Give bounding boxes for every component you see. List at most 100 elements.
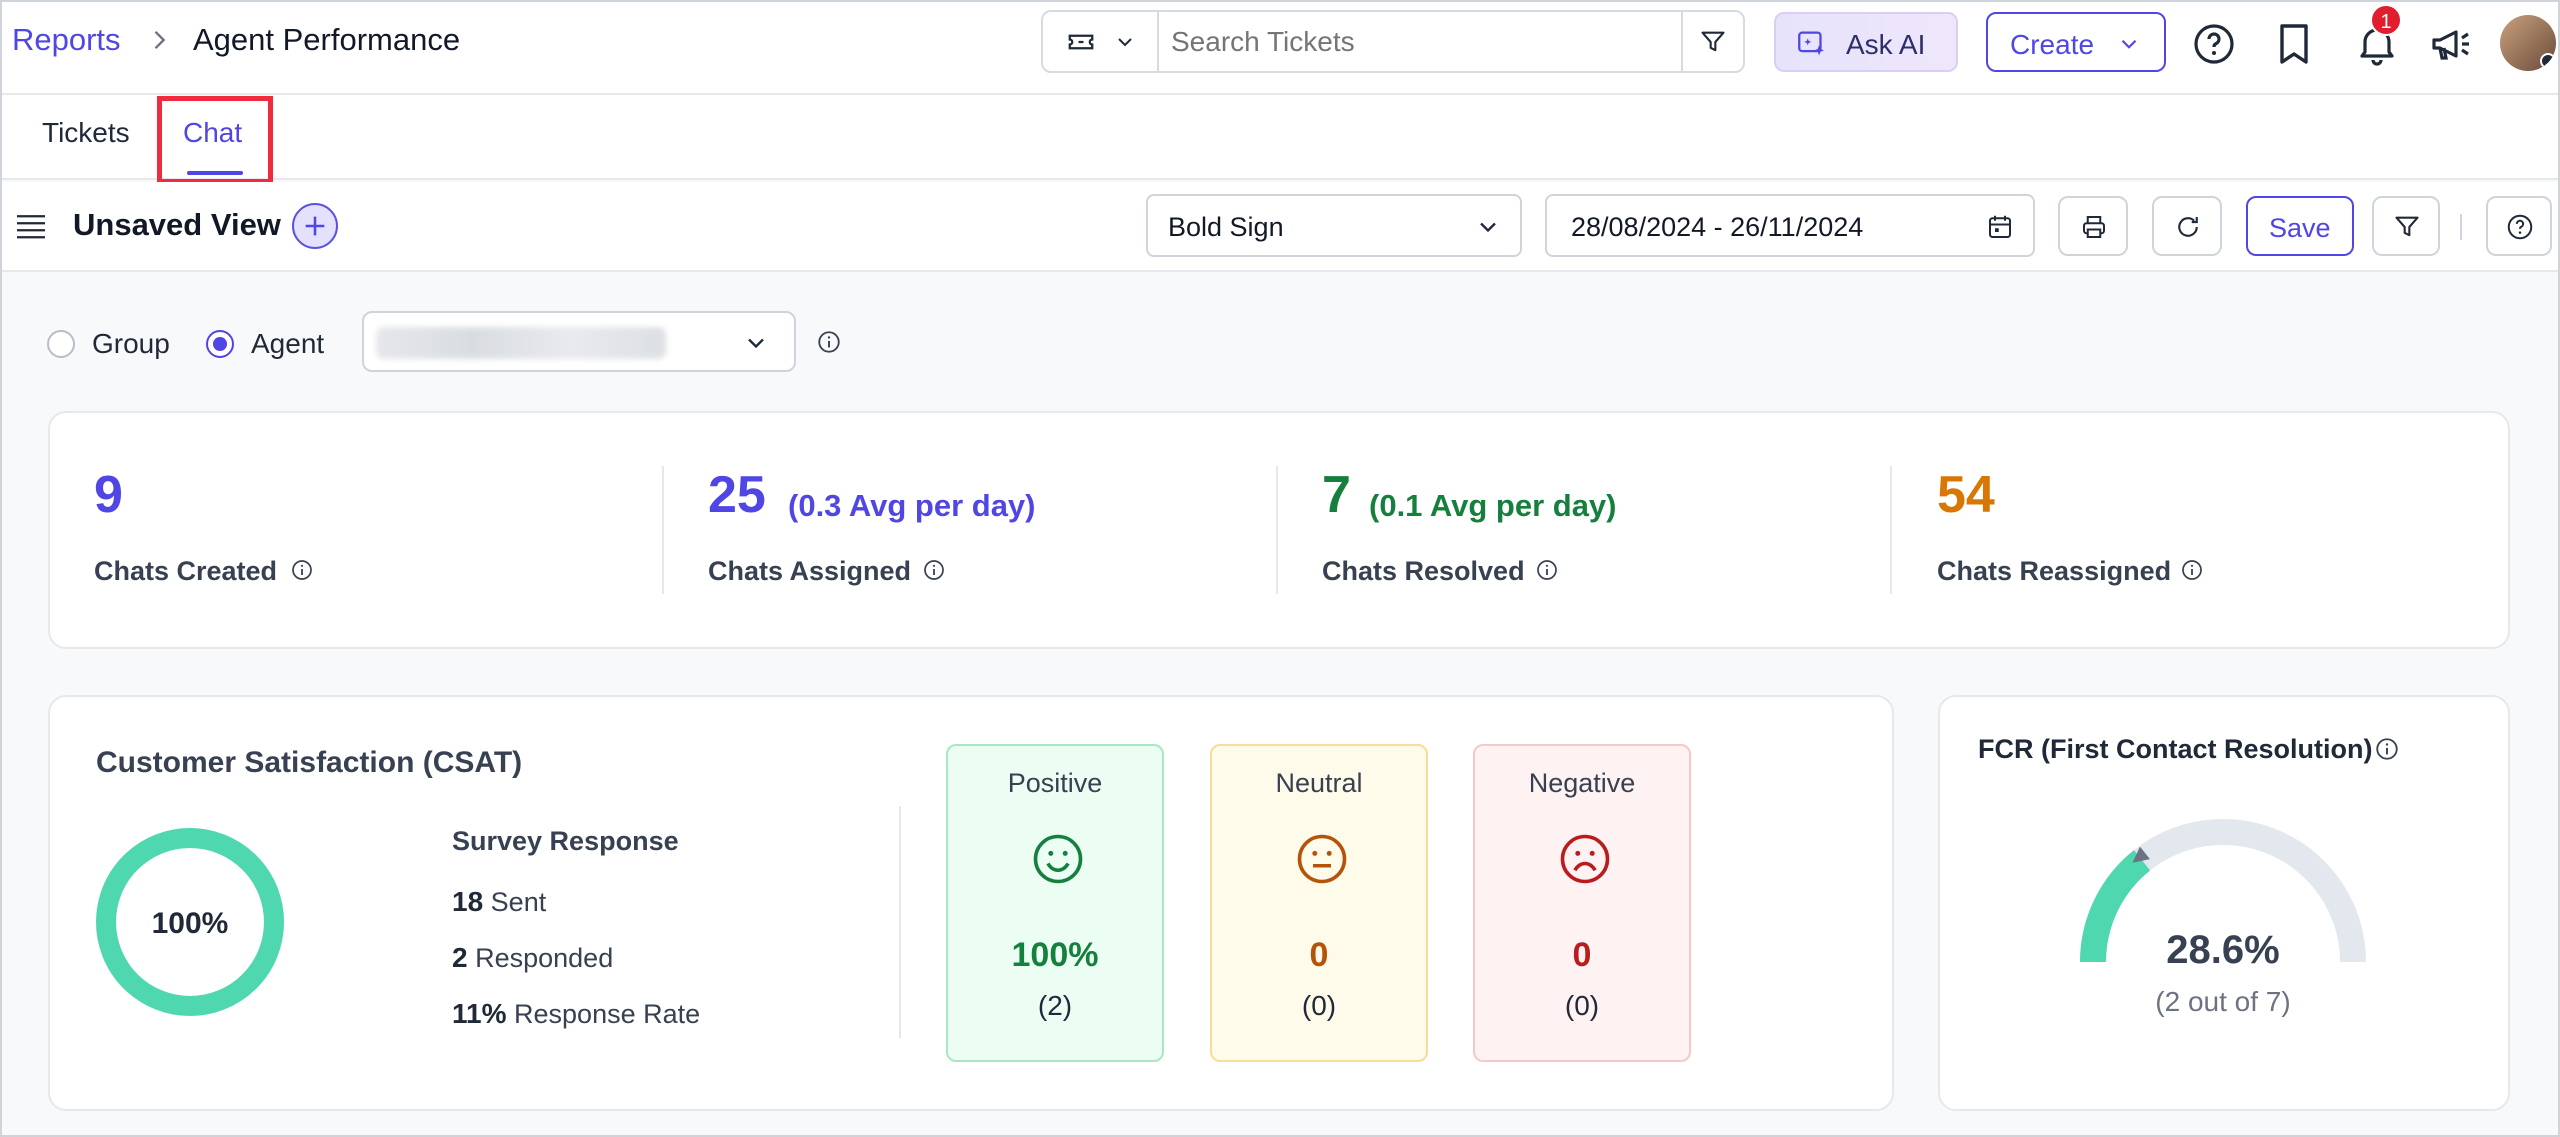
info-icon[interactable]	[816, 329, 842, 355]
sentiment-negative-box: Negative 0 (0)	[1473, 744, 1691, 1062]
chats-resolved-avg: (0.1 Avg per day)	[1369, 488, 1617, 523]
chevron-down-icon	[748, 338, 764, 349]
sentiment-neutral-count: (0)	[1301, 990, 1337, 1021]
survey-sent-label: Sent	[490, 887, 547, 917]
csat-divider	[899, 806, 901, 1038]
info-icon[interactable]	[922, 558, 946, 582]
chats-reassigned-label: Chats Reassigned	[1937, 556, 2172, 586]
notification-badge: 1	[2370, 4, 2402, 36]
chevron-down-icon	[1480, 222, 1496, 233]
printer-icon	[2083, 216, 2105, 238]
stat-divider	[662, 466, 664, 594]
report-tabs	[0, 95, 2560, 180]
info-icon[interactable]	[2180, 558, 2204, 582]
chat-stats-card	[48, 411, 2510, 649]
refresh-icon	[2178, 217, 2198, 237]
neutral-face-icon	[1297, 834, 1347, 884]
survey-responded-count: 2	[452, 942, 468, 973]
fcr-title: FCR (First Contact Resolution)	[1978, 734, 2373, 764]
chats-reassigned-value: 54	[1937, 466, 1995, 524]
filter-icon	[2395, 216, 2419, 237]
sentiment-negative-percent: 0	[1572, 936, 1592, 974]
ask-ai-label: Ask AI	[1846, 29, 1926, 60]
add-view-button[interactable]	[292, 203, 338, 249]
user-avatar[interactable]	[2500, 15, 2556, 71]
view-title: Unsaved View	[73, 207, 281, 242]
search-input[interactable]	[1171, 26, 1601, 58]
create-label: Create	[2010, 29, 2095, 60]
hamburger-menu-icon[interactable]	[14, 212, 48, 240]
survey-sent-count: 18	[452, 886, 484, 917]
info-icon[interactable]	[290, 558, 314, 582]
survey-sent-row: 18 Sent	[452, 886, 546, 918]
report-filter-button[interactable]	[2372, 196, 2440, 256]
filter-icon	[1701, 31, 1725, 52]
sentiment-neutral-label: Neutral	[1275, 768, 1363, 798]
sentiment-positive-percent: 100%	[1011, 936, 1099, 974]
sentiment-neutral-box: Neutral 0 (0)	[1210, 744, 1428, 1062]
stat-divider	[1890, 466, 1892, 594]
fcr-detail: (2 out of 7)	[2155, 986, 2291, 1017]
chats-resolved-value: 7	[1322, 466, 1351, 524]
sentiment-negative-label: Negative	[1528, 768, 1636, 798]
search-box	[1041, 10, 1745, 73]
date-range-value: 28/08/2024 - 26/11/2024	[1571, 212, 1864, 242]
survey-rate-value: 11%	[452, 998, 507, 1029]
brand-select[interactable]: Bold Sign	[1146, 194, 1522, 257]
frown-icon	[1560, 834, 1610, 884]
csat-donut-chart: 100%	[96, 828, 284, 1016]
survey-rate-label: Response Rate	[514, 999, 701, 1029]
agent-name-redacted	[376, 327, 666, 359]
refresh-button[interactable]	[2152, 196, 2222, 256]
megaphone-icon[interactable]	[2428, 20, 2476, 68]
save-label: Save	[2269, 213, 2331, 243]
chats-assigned-value: 25	[708, 466, 766, 524]
create-button[interactable]: Create	[1986, 12, 2166, 72]
info-icon[interactable]	[2374, 736, 2400, 762]
chats-created-label: Chats Created	[94, 556, 278, 586]
toolbar-divider	[2460, 214, 2462, 240]
calendar-icon	[1989, 215, 2011, 238]
brand-select-value: Bold Sign	[1168, 212, 1284, 242]
csat-title: Customer Satisfaction (CSAT)	[96, 746, 523, 779]
fcr-value: 28.6%	[2166, 928, 2280, 972]
survey-responded-row: 2 Responded	[452, 942, 613, 974]
smile-icon	[1033, 834, 1083, 884]
search-filter-button[interactable]	[1681, 12, 1743, 71]
bookmark-icon[interactable]	[2270, 20, 2318, 68]
agent-select[interactable]	[362, 311, 796, 372]
chevron-right-icon	[154, 31, 166, 49]
ticket-icon	[1068, 34, 1094, 50]
sentiment-neutral-percent: 0	[1309, 936, 1329, 974]
date-range-picker[interactable]: 28/08/2024 - 26/11/2024	[1545, 194, 2035, 257]
ask-ai-button[interactable]: Ask AI	[1774, 12, 1958, 72]
stat-divider	[1276, 466, 1278, 594]
page-title: Agent Performance	[193, 22, 461, 57]
chats-created-value: 9	[94, 466, 123, 524]
agent-radio[interactable]	[206, 330, 234, 358]
save-button[interactable]: Save	[2246, 196, 2354, 256]
group-radio-label: Group	[92, 328, 170, 359]
chats-assigned-avg: (0.3 Avg per day)	[788, 488, 1036, 523]
plus-icon	[305, 216, 325, 236]
survey-responded-label: Responded	[475, 943, 614, 973]
tab-tickets[interactable]: Tickets	[42, 117, 130, 149]
agent-radio-label: Agent	[251, 328, 325, 359]
help-icon[interactable]	[2190, 20, 2238, 68]
group-radio[interactable]	[47, 330, 75, 358]
sentiment-positive-label: Positive	[1007, 768, 1103, 798]
chevron-down-icon	[1118, 38, 1132, 47]
csat-score-text: 100%	[152, 907, 229, 940]
help-icon	[2507, 214, 2533, 240]
survey-response-title: Survey Response	[452, 826, 679, 856]
ticket-type-dropdown[interactable]	[1043, 12, 1159, 71]
presence-status-dot	[2540, 53, 2556, 69]
ai-sparkle-icon	[1798, 31, 1825, 56]
breadcrumb-reports-link[interactable]: Reports	[12, 22, 121, 58]
print-button[interactable]	[2058, 196, 2128, 256]
chevron-down-icon	[2121, 39, 2137, 49]
chats-resolved-label: Chats Resolved	[1322, 556, 1525, 586]
info-icon[interactable]	[1535, 558, 1559, 582]
report-help-button[interactable]	[2486, 196, 2552, 256]
highlight-box	[157, 96, 273, 184]
